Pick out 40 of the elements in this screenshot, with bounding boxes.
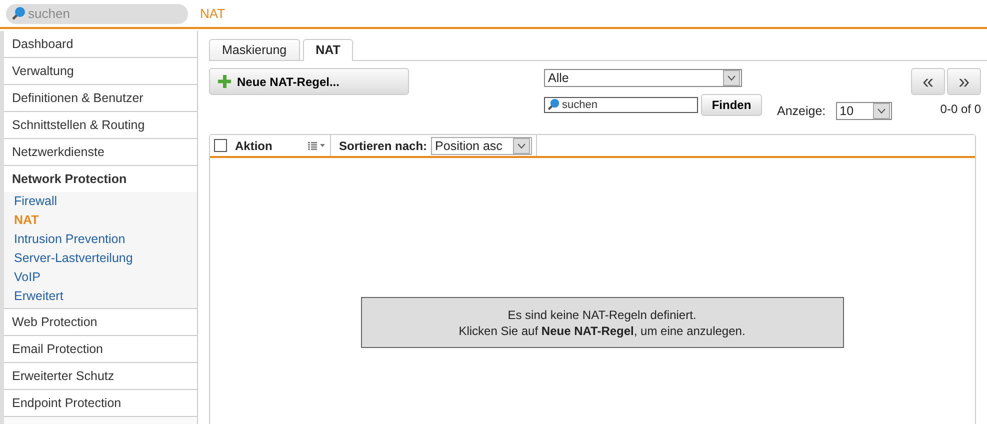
sidebar-item[interactable]: Definitionen & Benutzer <box>4 85 197 112</box>
chevron-down-icon <box>517 142 526 148</box>
new-rule-button[interactable]: Neue NAT-Regel... <box>209 68 409 95</box>
sidebar-item[interactable]: Network Protection <box>4 166 197 192</box>
sidebar-item[interactable]: Erweiterter Schutz <box>4 363 197 390</box>
sidebar-subitem[interactable]: Intrusion Prevention <box>14 230 197 249</box>
chevron-down-icon <box>727 75 736 81</box>
sort-select[interactable]: Position asc <box>431 136 532 154</box>
next-page-button[interactable]: » <box>947 68 981 95</box>
empty-message: Es sind keine NAT-Regeln definiert. Klicken Sie auf Neue NAT-Regel, um eine anzulegen. <box>360 297 844 348</box>
search-field[interactable]: suchen <box>6 4 188 24</box>
sidebar-subitem[interactable]: Erweitert <box>14 287 197 306</box>
sidebar-item[interactable]: Web Protection <box>4 309 197 336</box>
sidebar-item[interactable]: Verwaltung <box>4 58 197 85</box>
sidebar-item[interactable]: Endpoint Protection <box>4 390 197 417</box>
search-icon <box>10 6 26 22</box>
filter-select[interactable]: Alle <box>544 69 742 87</box>
sidebar-item[interactable]: Netzwerkdienste <box>4 139 197 166</box>
display-label: Anzeige: <box>777 104 826 118</box>
sidebar-subitem[interactable]: Server-Lastverteilung <box>14 249 197 268</box>
list-menu-icon[interactable] <box>308 142 326 150</box>
chevron-down-icon <box>876 108 886 114</box>
previous-page-button[interactable]: « <box>911 68 945 95</box>
sort-label: Sortieren nach: <box>339 138 428 152</box>
page-title: NAT <box>200 6 226 21</box>
display-select[interactable]: 10 <box>836 102 892 120</box>
page-range: 0-0 of 0 <box>940 102 981 116</box>
sidebar-item[interactable]: Email Protection <box>4 336 197 363</box>
sidebar-item[interactable]: Dashboard <box>4 31 197 58</box>
checkbox[interactable] <box>214 139 227 152</box>
sidebar-subitem[interactable]: VoIP <box>14 268 197 287</box>
tab[interactable]: Maskierung <box>209 39 300 60</box>
tab[interactable]: NAT <box>302 39 354 61</box>
find-button[interactable]: Finden <box>701 94 762 116</box>
plus-icon <box>218 75 231 88</box>
column-header: Aktion <box>235 138 272 152</box>
search-icon <box>546 98 560 112</box>
search-field[interactable]: suchen <box>544 97 698 113</box>
sidebar-subitem[interactable]: Firewall <box>14 192 197 211</box>
sidebar-item[interactable]: Schnittstellen & Routing <box>4 112 197 139</box>
